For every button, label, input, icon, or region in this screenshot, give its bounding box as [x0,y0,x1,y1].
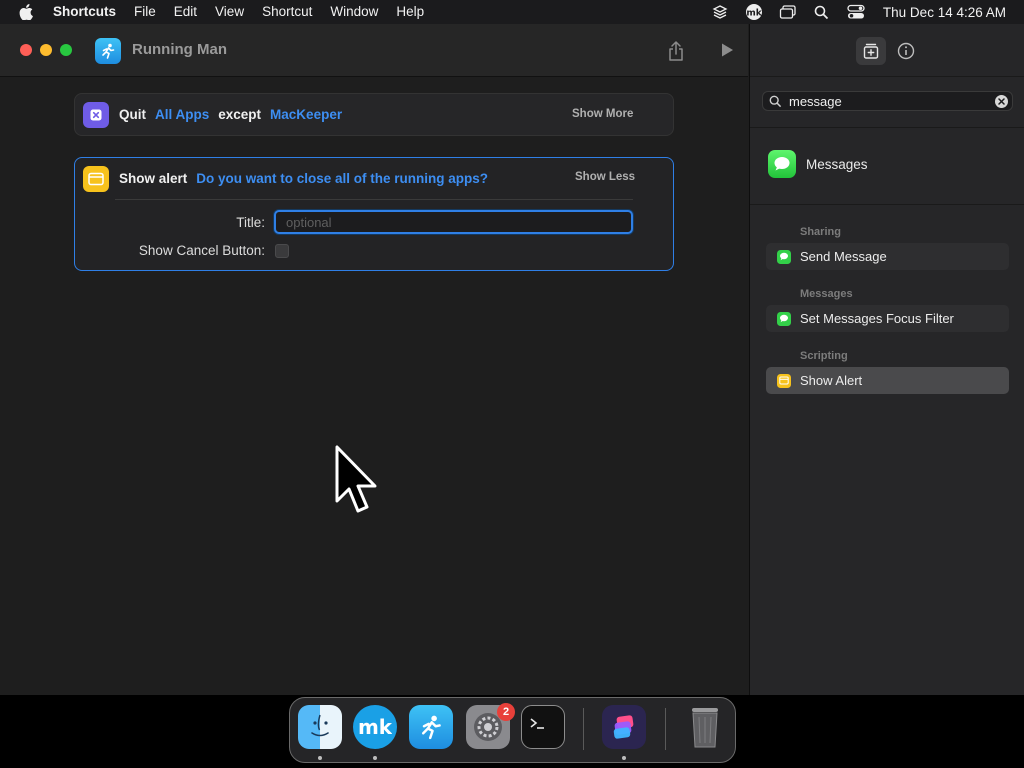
menu-help[interactable]: Help [387,0,433,24]
shortcuts-app-icon[interactable] [602,705,646,749]
running-man-icon[interactable] [95,38,121,64]
dock: mk 2 [289,697,736,763]
messages-icon [777,311,791,326]
mouse-pointer-icon [334,445,384,521]
menubar-clock[interactable]: Thu Dec 14 4:26 AM [883,5,1006,20]
minimize-window-button[interactable] [40,44,52,56]
menu-bar: Shortcuts File Edit View Shortcut Window… [0,0,1024,24]
quit-target-token[interactable]: All Apps [155,107,209,122]
zoom-window-button[interactable] [60,44,72,56]
close-window-button[interactable] [20,44,32,56]
title-bar: Running Man [0,24,748,77]
search-input-value[interactable]: message [789,94,842,109]
show-less-button[interactable]: Show Less [575,171,635,183]
alert-message-token[interactable]: Do you want to close all of the running … [196,171,488,186]
sidebar-header [750,24,1024,77]
info-icon[interactable] [896,41,916,61]
card-divider [115,199,633,200]
show-cancel-button-checkbox[interactable] [275,244,289,258]
messages-icon [777,249,791,264]
alert-icon [83,166,109,192]
action-library-button[interactable] [856,37,886,65]
run-button[interactable] [716,39,738,61]
dock-separator [583,708,584,750]
title-field-label: Title: [236,215,265,230]
svg-text:mk: mk [358,715,392,739]
shortcut-editor: Running Man Quit All Apps except MacKeep… [0,24,748,695]
action-library-sidebar: message Messages Sharing Send Message Me… [749,24,1024,695]
quit-icon [83,102,109,128]
control-center-icon[interactable] [846,3,866,21]
shortcuts-running-indicator [622,756,626,760]
sidebar-divider [750,204,1024,205]
window-title[interactable]: Running Man [132,41,227,58]
menu-window[interactable]: Window [321,0,387,24]
library-item-label: Send Message [800,249,887,264]
action-search-field[interactable]: message [762,91,1013,111]
finder-running-indicator [318,756,322,760]
mackeeper-status-icon[interactable]: mk [744,3,764,21]
alert-icon [777,373,791,388]
share-button[interactable] [664,38,688,64]
library-item-set-messages-focus-filter[interactable]: Set Messages Focus Filter [766,305,1009,332]
spotlight-search-icon[interactable] [812,3,832,21]
quit-exception-token[interactable]: MacKeeper [270,107,342,122]
screen-mirroring-icon[interactable] [778,3,798,21]
finder-icon[interactable] [298,705,342,749]
quit-apps-action[interactable]: Quit All Apps except MacKeeper Show More [74,93,674,136]
shortcuts-window: Running Man Quit All Apps except MacKeep… [0,24,1024,695]
terminal-icon[interactable] [521,705,565,749]
alert-action-verb: Show alert [119,171,188,186]
mackeeper-running-indicator [373,756,377,760]
mackeeper-app-icon[interactable]: mk [353,705,397,749]
apple-menu-icon[interactable] [16,0,36,24]
clear-search-icon[interactable] [995,95,1008,108]
menu-edit[interactable]: Edit [165,0,206,24]
messages-app-icon [768,150,796,178]
menu-view[interactable]: View [206,0,253,24]
menu-shortcut[interactable]: Shortcut [253,0,321,24]
dock-separator [665,708,666,750]
library-item-label: Show Alert [800,373,863,388]
section-header-sharing: Sharing [800,226,841,238]
library-item-send-message[interactable]: Send Message [766,243,1009,270]
sidebar-divider [750,127,1024,128]
show-alert-action[interactable]: Show alert Do you want to close all of t… [74,157,674,271]
search-icon [769,95,782,113]
menu-app-name[interactable]: Shortcuts [44,0,125,24]
notification-badge: 2 [497,703,515,721]
library-item-show-alert[interactable]: Show Alert [766,367,1009,394]
library-item-label: Set Messages Focus Filter [800,311,954,326]
layers-icon[interactable] [710,3,730,21]
trash-icon[interactable] [683,705,727,749]
show-more-button[interactable]: Show More [572,108,633,120]
alert-title-input[interactable] [274,210,633,234]
section-header-scripting: Scripting [800,350,848,362]
svg-text:mk: mk [746,9,762,19]
section-header-messages: Messages [800,288,853,300]
app-result-label: Messages [806,156,868,172]
app-result-messages[interactable]: Messages [768,150,868,178]
menu-file[interactable]: File [125,0,165,24]
quit-action-verb: Quit [119,107,146,122]
quit-connector: except [218,107,262,122]
show-cancel-button-label: Show Cancel Button: [138,243,265,258]
running-man-app-icon[interactable] [409,705,453,749]
